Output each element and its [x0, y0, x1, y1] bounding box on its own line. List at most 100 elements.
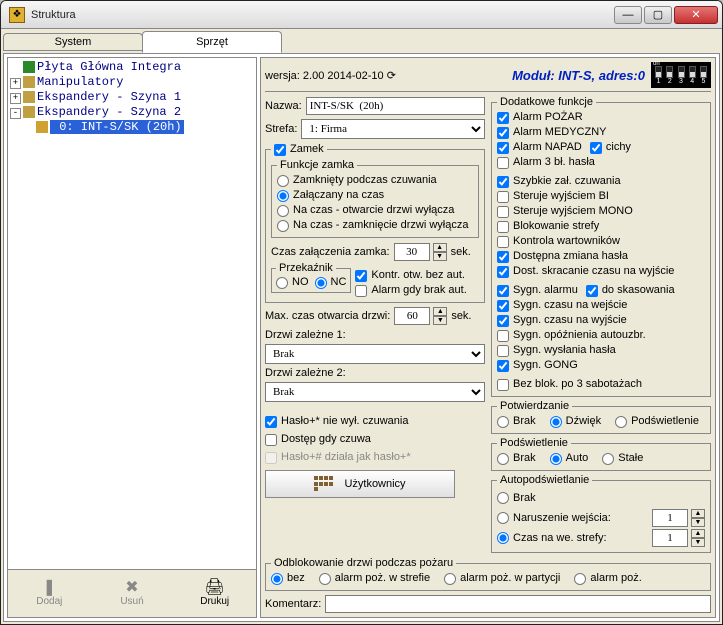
- tree-node-eksp-2[interactable]: -Ekspandery - Szyna 2: [10, 105, 254, 120]
- ap-brak[interactable]: [497, 492, 509, 504]
- cb-pozar[interactable]: [497, 112, 509, 124]
- tabs: System Sprzęt: [3, 31, 720, 53]
- tree-node-int-s[interactable]: 0: INT-S/SK (20h): [10, 120, 254, 135]
- dz2-select[interactable]: Brak: [265, 382, 485, 402]
- przek-nc[interactable]: [315, 277, 327, 289]
- przek-no[interactable]: [276, 277, 288, 289]
- potw-pods[interactable]: [615, 416, 627, 428]
- funkcje-zamka-group: Funkcje zamka Zamknięty podczas czuwania…: [271, 159, 479, 238]
- cb-kontrwart[interactable]: [497, 236, 509, 248]
- cb-cichy[interactable]: [590, 142, 602, 154]
- strefa-label: Strefa:: [265, 123, 297, 135]
- haslo-hash-checkbox: [265, 452, 277, 464]
- cb-sygwe[interactable]: [497, 300, 509, 312]
- window-buttons: — ▢ ✕: [614, 6, 718, 24]
- tab-system[interactable]: System: [3, 33, 143, 51]
- tree-node-mainboard[interactable]: -Płyta Główna Integra: [10, 60, 254, 75]
- potw-brak[interactable]: [497, 416, 509, 428]
- alarm-brak-checkbox[interactable]: [355, 285, 367, 297]
- cb-gong[interactable]: [497, 360, 509, 372]
- komentarz-label: Komentarz:: [265, 598, 321, 610]
- right-column: Dodatkowe funkcje Alarm POŻAR Alarm MEDY…: [491, 96, 711, 554]
- cb-sygopz[interactable]: [497, 330, 509, 342]
- nazwa-label: Nazwa:: [265, 100, 302, 112]
- client-area: System Sprzęt -Płyta Główna Integra +Man…: [1, 29, 722, 624]
- tree-view[interactable]: -Płyta Główna Integra +Manipulatory +Eks…: [7, 57, 257, 570]
- max-czas-label: Max. czas otwarcia drzwi:: [265, 310, 390, 322]
- tree-tools: ❚Dodaj ✖Usuń 🖨Drukuj: [7, 570, 257, 618]
- autopodswietlanie-group: Autopodświetlanie Brak Naruszenie wejści…: [491, 474, 711, 553]
- left-pane: -Płyta Główna Integra +Manipulatory +Eks…: [7, 57, 257, 618]
- cb-szybkie[interactable]: [497, 176, 509, 188]
- od-strefa[interactable]: [319, 573, 331, 585]
- od-poz[interactable]: [574, 573, 586, 585]
- version-label: wersja: 2.00 2014-02-10 ⟳: [265, 69, 396, 82]
- dodatkowe-funkcje-group: Dodatkowe funkcje Alarm POŻAR Alarm MEDY…: [491, 96, 711, 397]
- minimize-button[interactable]: —: [614, 6, 642, 24]
- ap-narusz-spin[interactable]: ▲▼: [691, 509, 705, 527]
- dz1-select[interactable]: Brak: [265, 344, 485, 364]
- users-icon: [314, 476, 334, 492]
- cb-dozm[interactable]: [497, 251, 509, 263]
- cb-napad[interactable]: [497, 142, 509, 154]
- fz-zamkniecie[interactable]: [277, 220, 289, 232]
- maximize-button[interactable]: ▢: [644, 6, 672, 24]
- delete-button: ✖Usuń: [91, 570, 174, 617]
- nazwa-input[interactable]: [306, 97, 485, 115]
- pods-auto[interactable]: [550, 453, 562, 465]
- fz-otwarcie[interactable]: [277, 205, 289, 217]
- dz2-label: Drzwi zależne 2:: [265, 367, 485, 379]
- cb-medyczny[interactable]: [497, 127, 509, 139]
- ap-narusz[interactable]: [497, 512, 509, 524]
- close-button[interactable]: ✕: [674, 6, 718, 24]
- left-column: Nazwa: Strefa: 1: Firma Zamek Funkcje za…: [265, 96, 485, 554]
- cb-doskr[interactable]: [497, 266, 509, 278]
- ap-czas-input[interactable]: [652, 529, 688, 547]
- cb-bezblok[interactable]: [497, 379, 509, 391]
- pods-stale[interactable]: [602, 453, 614, 465]
- dip-switch: 1 2 3 4 5: [651, 62, 711, 88]
- potw-dzwiek[interactable]: [550, 416, 562, 428]
- zamek-checkbox[interactable]: [274, 144, 286, 156]
- ap-czas-spin[interactable]: ▲▼: [691, 529, 705, 547]
- ap-czas[interactable]: [497, 532, 509, 544]
- komentarz-row: Komentarz:: [265, 595, 711, 613]
- cb-bi[interactable]: [497, 191, 509, 203]
- czas-zal-input[interactable]: [394, 243, 430, 261]
- cb-blokstr[interactable]: [497, 221, 509, 233]
- window-title: Struktura: [31, 9, 614, 21]
- cb-3bl[interactable]: [497, 157, 509, 169]
- od-partycja[interactable]: [444, 573, 456, 585]
- max-czas-spin[interactable]: ▲▼: [433, 307, 447, 325]
- strefa-select[interactable]: 1: Firma: [301, 119, 485, 139]
- komentarz-input[interactable]: [325, 595, 711, 613]
- cb-sygwy[interactable]: [497, 315, 509, 327]
- uzytkownicy-button[interactable]: Użytkownicy: [265, 470, 455, 498]
- module-header: wersja: 2.00 2014-02-10 ⟳ Moduł: INT-S, …: [265, 62, 711, 92]
- body: -Płyta Główna Integra +Manipulatory +Eks…: [3, 53, 720, 622]
- czas-zal-unit: sek.: [451, 246, 471, 258]
- window: ❖ Struktura — ▢ ✕ System Sprzęt -Płyta G…: [0, 0, 723, 625]
- kontr-otw-checkbox[interactable]: [355, 270, 367, 282]
- czas-zal-spin[interactable]: ▲▼: [433, 243, 447, 261]
- tree-node-manipulatory[interactable]: +Manipulatory: [10, 75, 254, 90]
- dz1-label: Drzwi zależne 1:: [265, 329, 485, 341]
- max-czas-input[interactable]: [394, 307, 430, 325]
- fz-zalaczany[interactable]: [277, 190, 289, 202]
- haslo-niewyl-checkbox[interactable]: [265, 416, 277, 428]
- ap-narusz-input[interactable]: [652, 509, 688, 527]
- cb-dokas[interactable]: [586, 285, 598, 297]
- print-button[interactable]: 🖨Drukuj: [173, 570, 256, 617]
- tab-sprzet[interactable]: Sprzęt: [142, 31, 282, 53]
- cb-sygwys[interactable]: [497, 345, 509, 357]
- od-bez[interactable]: [271, 573, 283, 585]
- cb-mono[interactable]: [497, 206, 509, 218]
- dostep-czuwa-checkbox[interactable]: [265, 434, 277, 446]
- pods-brak[interactable]: [497, 453, 509, 465]
- potwierdzanie-group: Potwierdzanie Brak Dźwięk Podświetlenie: [491, 400, 711, 434]
- cb-sygalarm[interactable]: [497, 285, 509, 297]
- fz-zamkniety[interactable]: [277, 175, 289, 187]
- tree-node-eksp-1[interactable]: +Ekspandery - Szyna 1: [10, 90, 254, 105]
- titlebar[interactable]: ❖ Struktura — ▢ ✕: [1, 1, 722, 29]
- zamek-group: Zamek Funkcje zamka Zamknięty podczas cz…: [265, 142, 485, 303]
